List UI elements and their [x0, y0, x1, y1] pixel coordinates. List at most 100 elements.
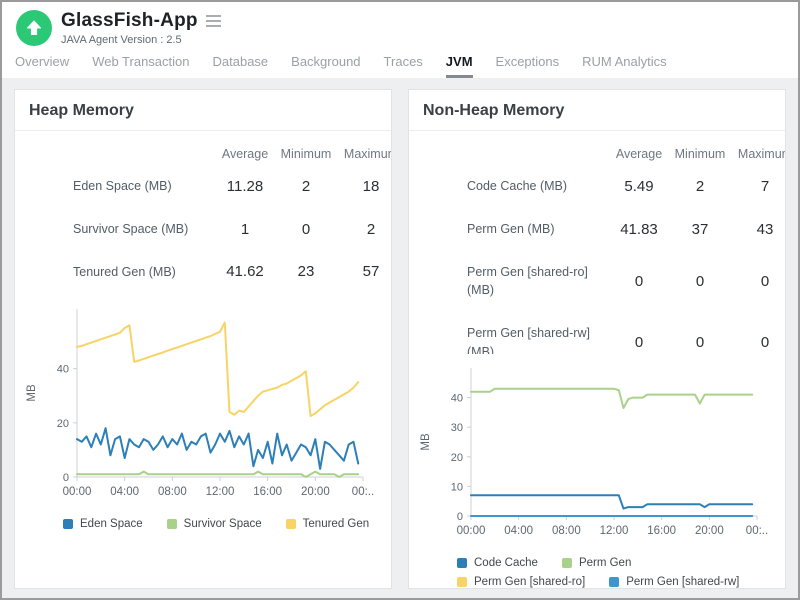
svg-text:04:00: 04:00: [504, 525, 533, 537]
hamburger-menu-icon[interactable]: [204, 13, 223, 29]
metric-value: 7: [729, 178, 785, 195]
tab-traces[interactable]: Traces: [384, 54, 423, 78]
tab-web-transaction[interactable]: Web Transaction: [92, 54, 189, 78]
svg-text:00:00: 00:00: [457, 525, 486, 537]
title-block: GlassFish-App JAVA Agent Version : 2.5: [61, 10, 223, 46]
app-header: GlassFish-App JAVA Agent Version : 2.5: [2, 2, 798, 50]
metric-label: Perm Gen [shared-ro] (MB): [467, 251, 607, 313]
svg-text:0: 0: [457, 511, 463, 523]
svg-text:00:00: 00:00: [63, 486, 92, 498]
tab-exceptions[interactable]: Exceptions: [496, 54, 560, 78]
metric-value: 0: [607, 273, 671, 290]
non-heap-memory-chart: 01020304000:0004:0008:0012:0016:0020:000…: [415, 358, 785, 551]
metric-value: 0: [729, 273, 785, 290]
metric-value: 57: [335, 263, 391, 280]
metric-label: Code Cache (MB): [467, 165, 607, 208]
metric-value: 2: [335, 221, 391, 238]
svg-text:16:00: 16:00: [647, 525, 676, 537]
legend-item-perm-gen-shared-ro[interactable]: Perm Gen [shared-ro]: [457, 576, 585, 588]
legend-swatch-icon: [286, 519, 296, 529]
tab-overview[interactable]: Overview: [15, 54, 69, 78]
metric-row: Tenured Gen (MB)41.622357: [73, 251, 391, 294]
legend-item-survivor-space[interactable]: Survivor Space: [167, 518, 262, 530]
legend-item-perm-gen-shared-rw[interactable]: Perm Gen [shared-rw]: [609, 576, 739, 588]
heap-memory-chart: 0204000:0004:0008:0012:0016:0020:0000:..…: [21, 299, 391, 512]
tab-background[interactable]: Background: [291, 54, 360, 78]
column-header-average: Average: [607, 143, 671, 165]
metric-value: 11.28: [213, 178, 277, 195]
metric-label: Tenured Gen (MB): [73, 251, 213, 294]
tab-database[interactable]: Database: [213, 54, 269, 78]
legend-item-eden-space[interactable]: Eden Space: [63, 518, 143, 530]
metric-label: Perm Gen (MB): [467, 208, 607, 251]
column-header-maximum: Maximum: [335, 143, 391, 165]
metric-value: 0: [671, 334, 729, 351]
svg-text:08:00: 08:00: [158, 486, 187, 498]
svg-text:MB: MB: [26, 384, 38, 402]
metric-value: 43: [729, 221, 785, 238]
series-line-perm-gen: [471, 389, 752, 408]
metric-value: 1: [213, 221, 277, 238]
svg-text:40: 40: [57, 364, 69, 376]
metric-value: 0: [607, 334, 671, 351]
svg-text:MB: MB: [420, 433, 432, 451]
non-heap-metric-table: AverageMinimumMaximumCode Cache (MB)5.49…: [409, 131, 785, 354]
line-chart-svg: 0204000:0004:0008:0012:0016:0020:0000:..…: [21, 299, 385, 507]
legend-label: Perm Gen: [579, 557, 631, 569]
svg-text:00:..: 00:..: [746, 525, 768, 537]
svg-text:12:00: 12:00: [206, 486, 235, 498]
tab-bar: Overview Web Transaction Database Backgroun…: [2, 50, 798, 78]
series-line-code-cache: [471, 495, 752, 508]
legend-item-perm-gen[interactable]: Perm Gen: [562, 557, 631, 569]
series-line-tenured-gen: [77, 323, 358, 417]
tab-jvm[interactable]: JVM: [446, 54, 473, 78]
legend-row: Perm Gen [shared-ro] Perm Gen [shared-rw]: [457, 576, 785, 588]
metric-value: 23: [277, 263, 335, 280]
tab-rum-analytics[interactable]: RUM Analytics: [582, 54, 667, 78]
svg-text:00:..: 00:..: [352, 486, 374, 498]
series-line-eden-space: [77, 428, 358, 469]
heap-memory-panel: Heap Memory AverageMinimumMaximum Eden Sp…: [14, 89, 392, 589]
svg-text:40: 40: [451, 393, 463, 405]
legend-swatch-icon: [167, 519, 177, 529]
metric-value: 2: [277, 178, 335, 195]
agent-version-label: JAVA Agent Version : 2.5: [61, 34, 223, 46]
svg-text:04:00: 04:00: [110, 486, 139, 498]
svg-text:30: 30: [451, 422, 463, 434]
app-status-avatar: [16, 10, 52, 46]
legend-label: Perm Gen [shared-rw]: [626, 576, 739, 588]
legend-item-tenured-gen[interactable]: Tenured Gen: [286, 518, 370, 530]
metric-value: 0: [729, 334, 785, 351]
metric-value: 41.83: [607, 221, 671, 238]
panel-title-heap: Heap Memory: [15, 90, 391, 131]
metric-row: Survivor Space (MB)102: [73, 208, 391, 251]
column-header-maximum: Maximum: [729, 143, 785, 165]
svg-text:20: 20: [57, 418, 69, 430]
column-header-minimum: Minimum: [671, 143, 729, 165]
legend-swatch-icon: [457, 577, 467, 587]
svg-text:20: 20: [451, 452, 463, 464]
metric-value: 18: [335, 178, 391, 195]
metric-value: 41.62: [213, 263, 277, 280]
metric-table-header: AverageMinimumMaximum: [467, 135, 785, 165]
legend-label: Perm Gen [shared-ro]: [474, 576, 585, 588]
column-header-minimum: Minimum: [277, 143, 335, 165]
legend-swatch-icon: [562, 558, 572, 568]
up-arrow-icon: [25, 19, 43, 37]
legend-label: Code Cache: [474, 557, 538, 569]
metric-value: 0: [671, 273, 729, 290]
metric-value: 2: [671, 178, 729, 195]
legend-item-code-cache[interactable]: Code Cache: [457, 557, 538, 569]
legend-swatch-icon: [457, 558, 467, 568]
series-line-survivor-space: [77, 472, 358, 477]
svg-text:20:00: 20:00: [695, 525, 724, 537]
svg-text:08:00: 08:00: [552, 525, 581, 537]
svg-text:16:00: 16:00: [253, 486, 282, 498]
legend-label: Eden Space: [80, 518, 143, 530]
metric-table-header: AverageMinimumMaximum: [73, 135, 391, 165]
metric-row: Perm Gen [shared-ro] (MB)000: [467, 251, 785, 313]
non-heap-chart-legend: Code CachePerm GenPerm Gen [shared-ro]Pe…: [409, 551, 785, 588]
panel-title-non-heap: Non-Heap Memory: [409, 90, 785, 131]
metric-value: 5.49: [607, 178, 671, 195]
metric-value: 37: [671, 221, 729, 238]
